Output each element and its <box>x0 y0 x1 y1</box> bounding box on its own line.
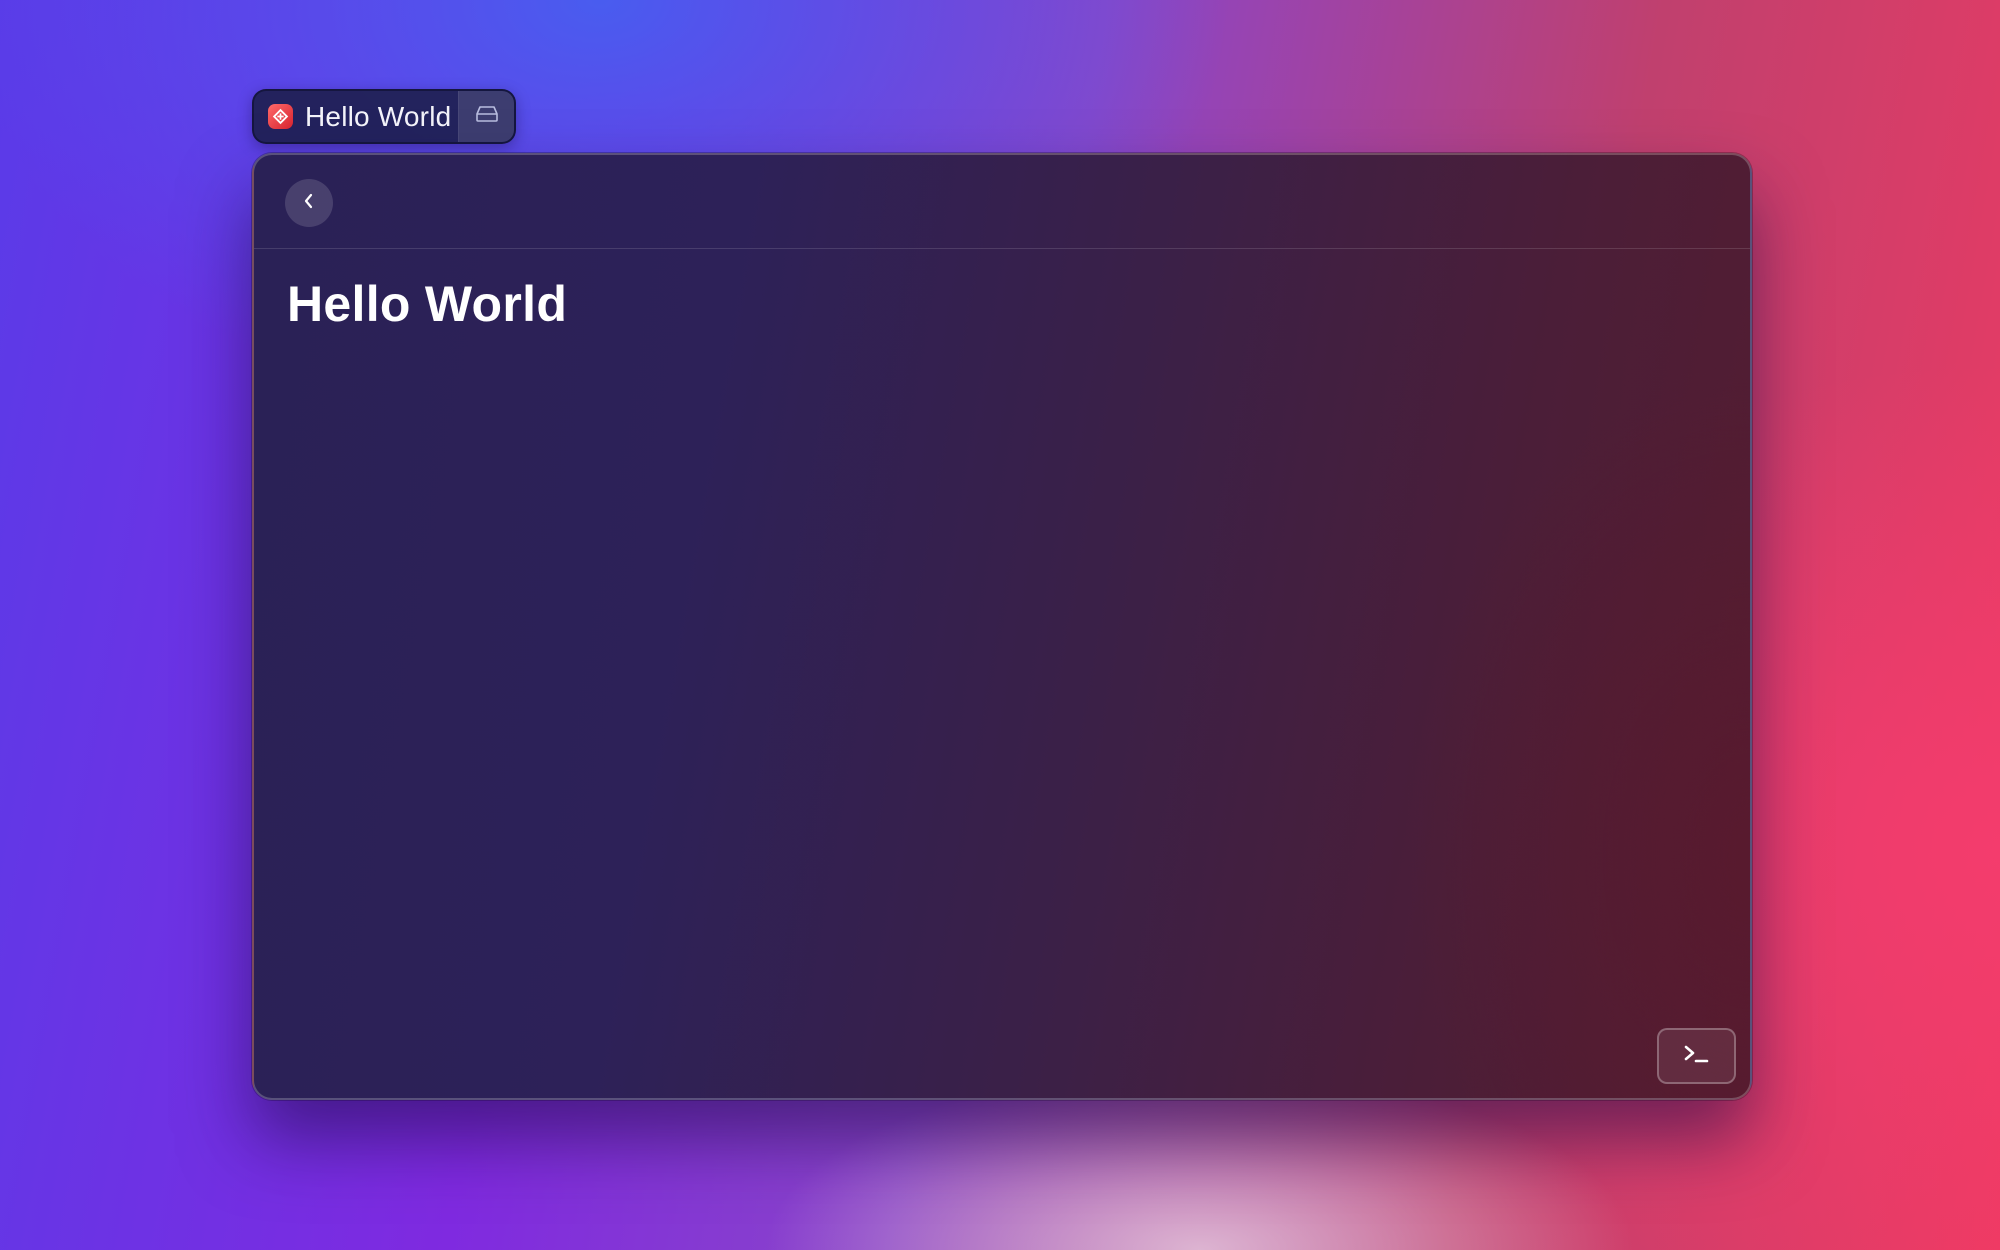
app-logo-icon <box>268 104 293 129</box>
back-button[interactable] <box>285 179 333 227</box>
main-window: Hello World <box>252 153 1752 1100</box>
drive-icon <box>475 104 499 129</box>
terminal-icon <box>1682 1043 1712 1070</box>
terminal-button[interactable] <box>1657 1028 1736 1084</box>
tab-main-area[interactable]: Hello World <box>254 91 458 142</box>
window-tab[interactable]: Hello World <box>252 89 516 144</box>
chevron-left-icon <box>301 192 317 215</box>
window-header <box>254 155 1750 249</box>
page-title: Hello World <box>287 276 568 332</box>
tab-title: Hello World <box>305 100 452 132</box>
tab-drive-button[interactable] <box>458 91 514 142</box>
